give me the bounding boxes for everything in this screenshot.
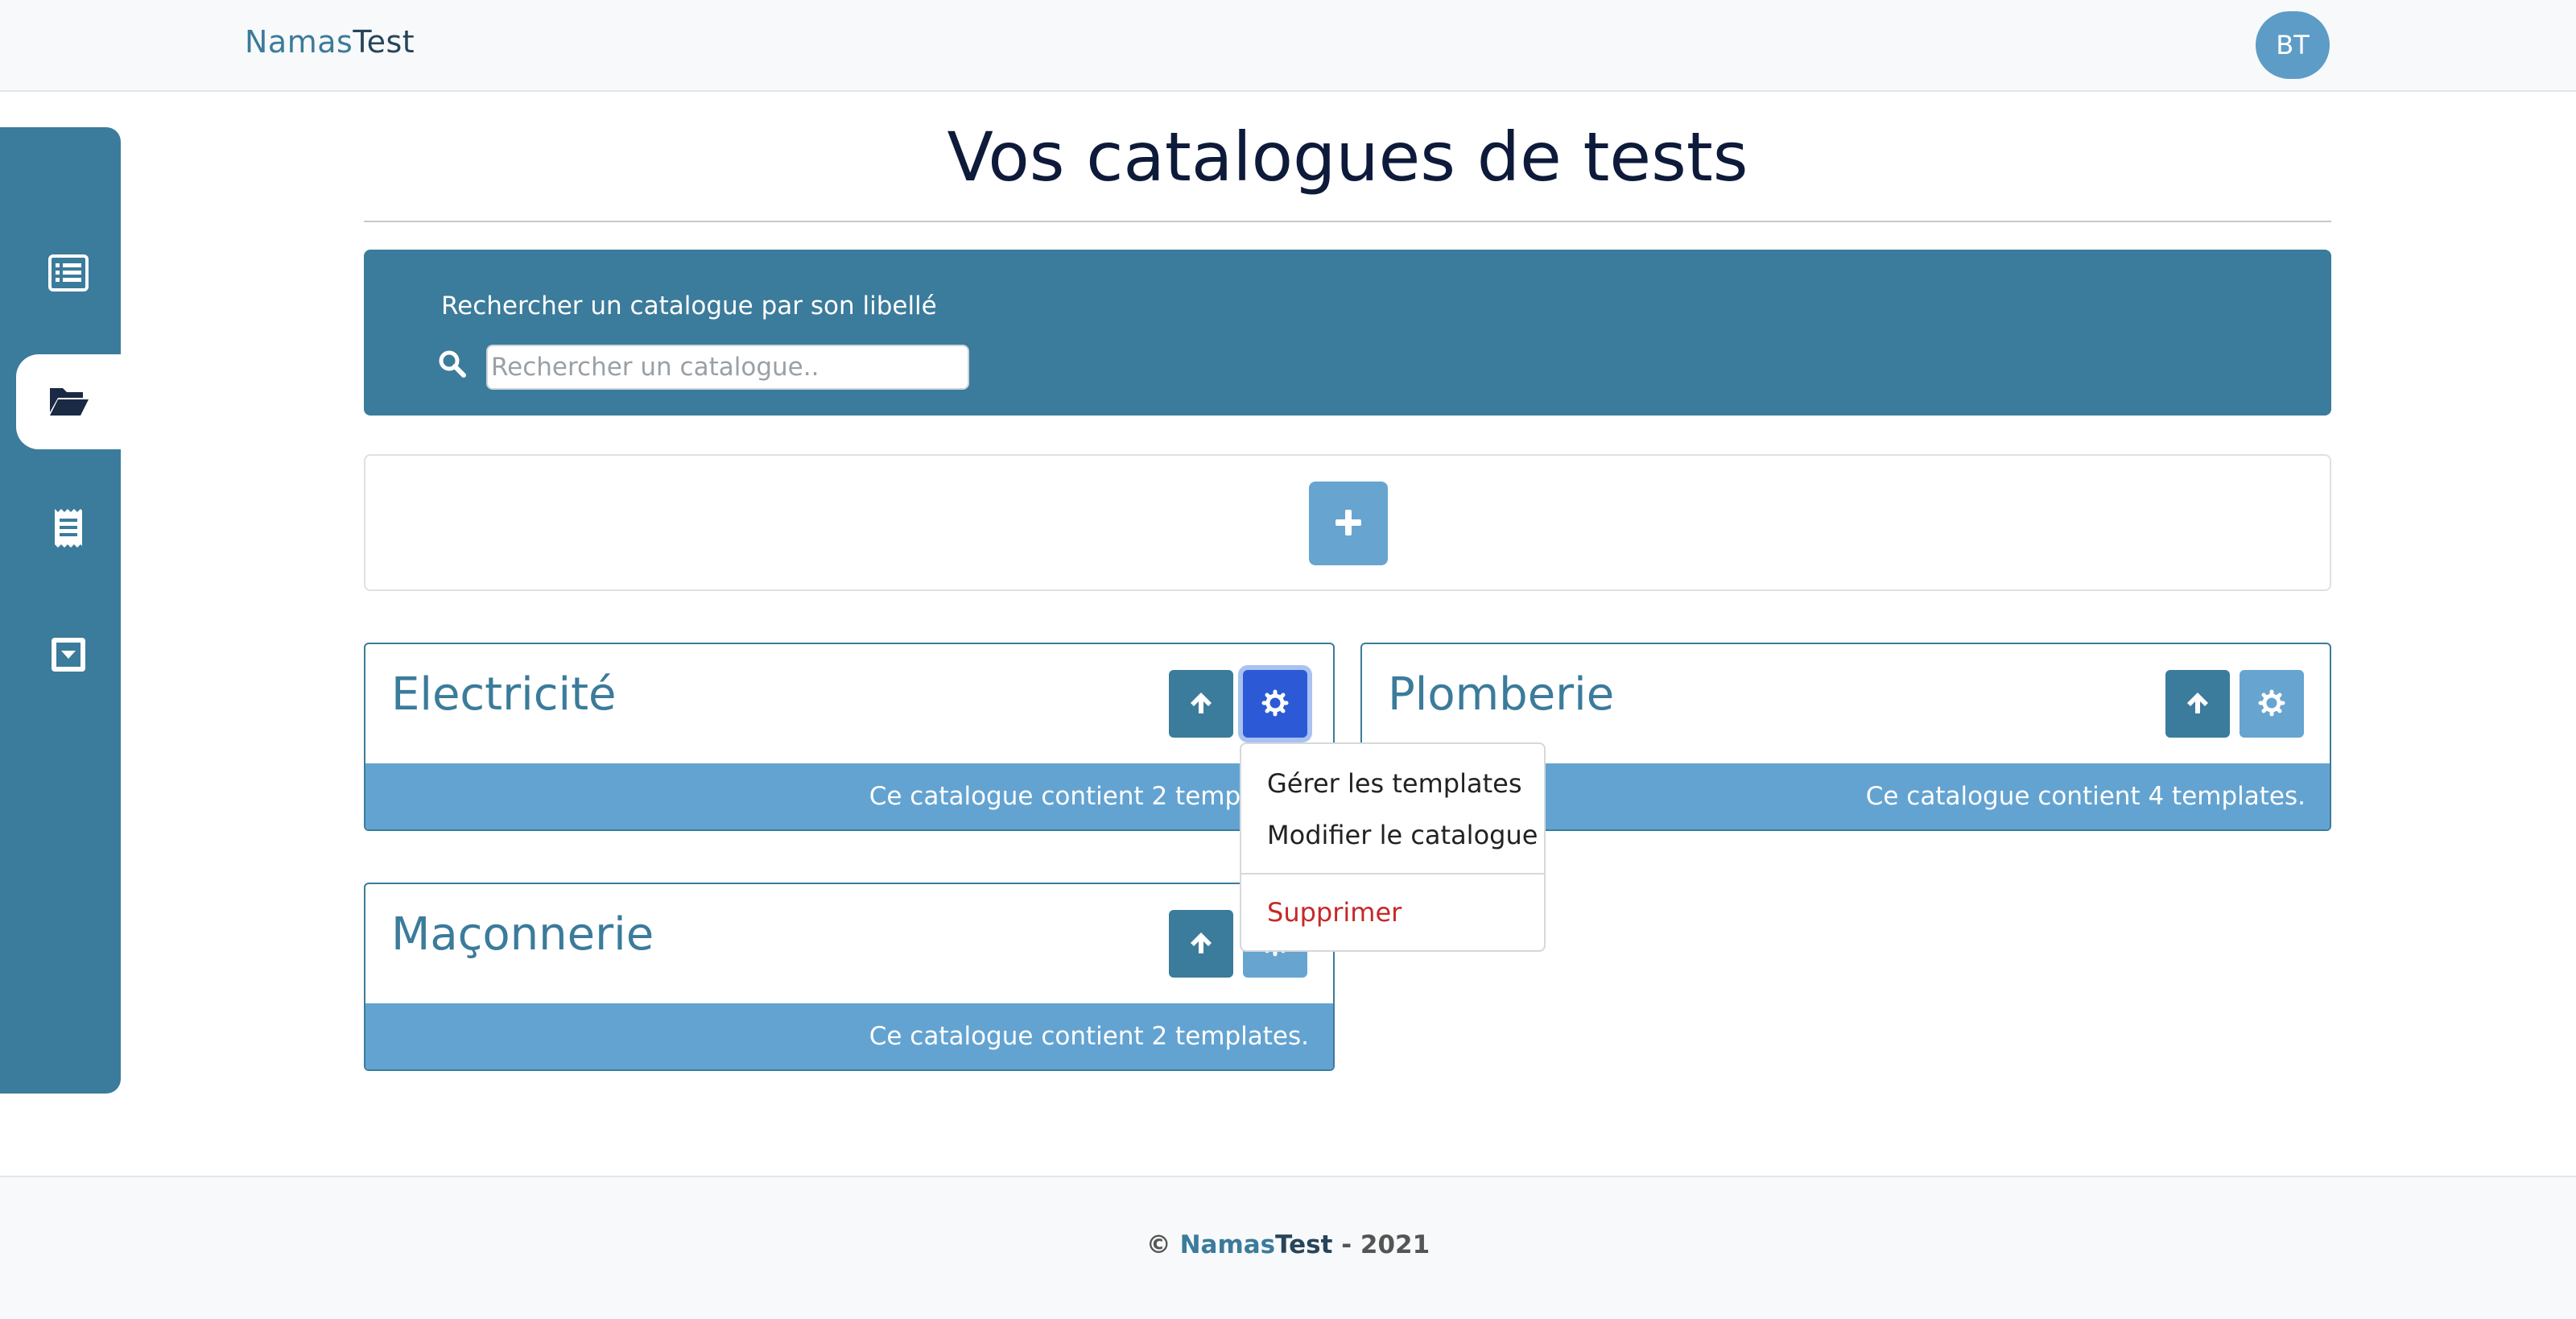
sidebar-item-archive[interactable] [16, 609, 121, 704]
menu-item-edit-catalog[interactable]: Modifier le catalogue [1267, 820, 1538, 850]
gear-icon [1261, 689, 1289, 719]
sidebar-item-reports[interactable] [16, 482, 121, 577]
copyright-symbol: © [1146, 1230, 1171, 1259]
add-catalog-button[interactable] [1309, 482, 1388, 565]
brand-part1: Namas [245, 24, 353, 60]
search-label: Rechercher un catalogue par son libellé [441, 292, 937, 320]
footer-year: - 2021 [1341, 1230, 1430, 1259]
footer-brand-part2: Test [1275, 1230, 1333, 1259]
catalog-title: Maçonnerie [391, 908, 654, 961]
catalog-card: Electricité Ce catalogue contient 2 temp… [364, 643, 1335, 831]
avatar[interactable]: BT [2256, 11, 2330, 79]
arrow-up-icon [1187, 689, 1215, 719]
plus-icon [1332, 507, 1364, 541]
top-navbar: NamasTest BT [0, 0, 2576, 92]
move-up-button[interactable] [1169, 670, 1233, 738]
footer-copyright: © NamasTest - 2021 [0, 1230, 2576, 1259]
footer-brand-part1: Namas [1179, 1230, 1276, 1259]
menu-item-delete[interactable]: Supprimer [1267, 897, 1402, 928]
receipt-icon [47, 506, 90, 552]
settings-button[interactable] [2240, 670, 2304, 738]
catalog-footer: Ce catalogue contient 2 templates. [365, 763, 1333, 829]
move-up-button[interactable] [1169, 910, 1233, 978]
gear-icon [2258, 689, 2285, 719]
arrow-up-icon [2184, 689, 2211, 719]
move-up-button[interactable] [2165, 670, 2230, 738]
search-panel: Rechercher un catalogue par son libellé [364, 250, 2331, 416]
arrow-up-icon [1187, 929, 1215, 959]
sidebar-items [0, 127, 121, 1094]
catalog-card: Maçonnerie Ce catalogue contient 2 templ… [364, 883, 1335, 1071]
search-icon [438, 349, 467, 378]
catalog-title: Electricité [391, 668, 617, 721]
brand-part2: Test [353, 24, 415, 60]
menu-divider [1241, 873, 1544, 875]
settings-button[interactable] [1243, 670, 1307, 738]
folder-open-icon [47, 378, 90, 425]
menu-item-manage-templates[interactable]: Gérer les templates [1267, 768, 1522, 799]
settings-dropdown-menu: Gérer les templates Modifier le catalogu… [1240, 742, 1546, 952]
list-icon [47, 251, 90, 298]
sidebar-item-list[interactable] [16, 227, 121, 322]
brand-logo[interactable]: NamasTest [245, 24, 415, 60]
add-catalog-panel [364, 454, 2331, 591]
page-footer: © NamasTest - 2021 [0, 1176, 2576, 1319]
catalog-footer: Ce catalogue contient 2 templates. [365, 1003, 1333, 1069]
page-title: Vos catalogues de tests [947, 118, 1748, 196]
search-input[interactable] [486, 345, 969, 390]
caret-square-down-icon [47, 633, 90, 680]
sidebar-item-catalogues[interactable] [16, 354, 121, 449]
title-divider [364, 221, 2331, 222]
catalog-title: Plomberie [1388, 668, 1615, 721]
